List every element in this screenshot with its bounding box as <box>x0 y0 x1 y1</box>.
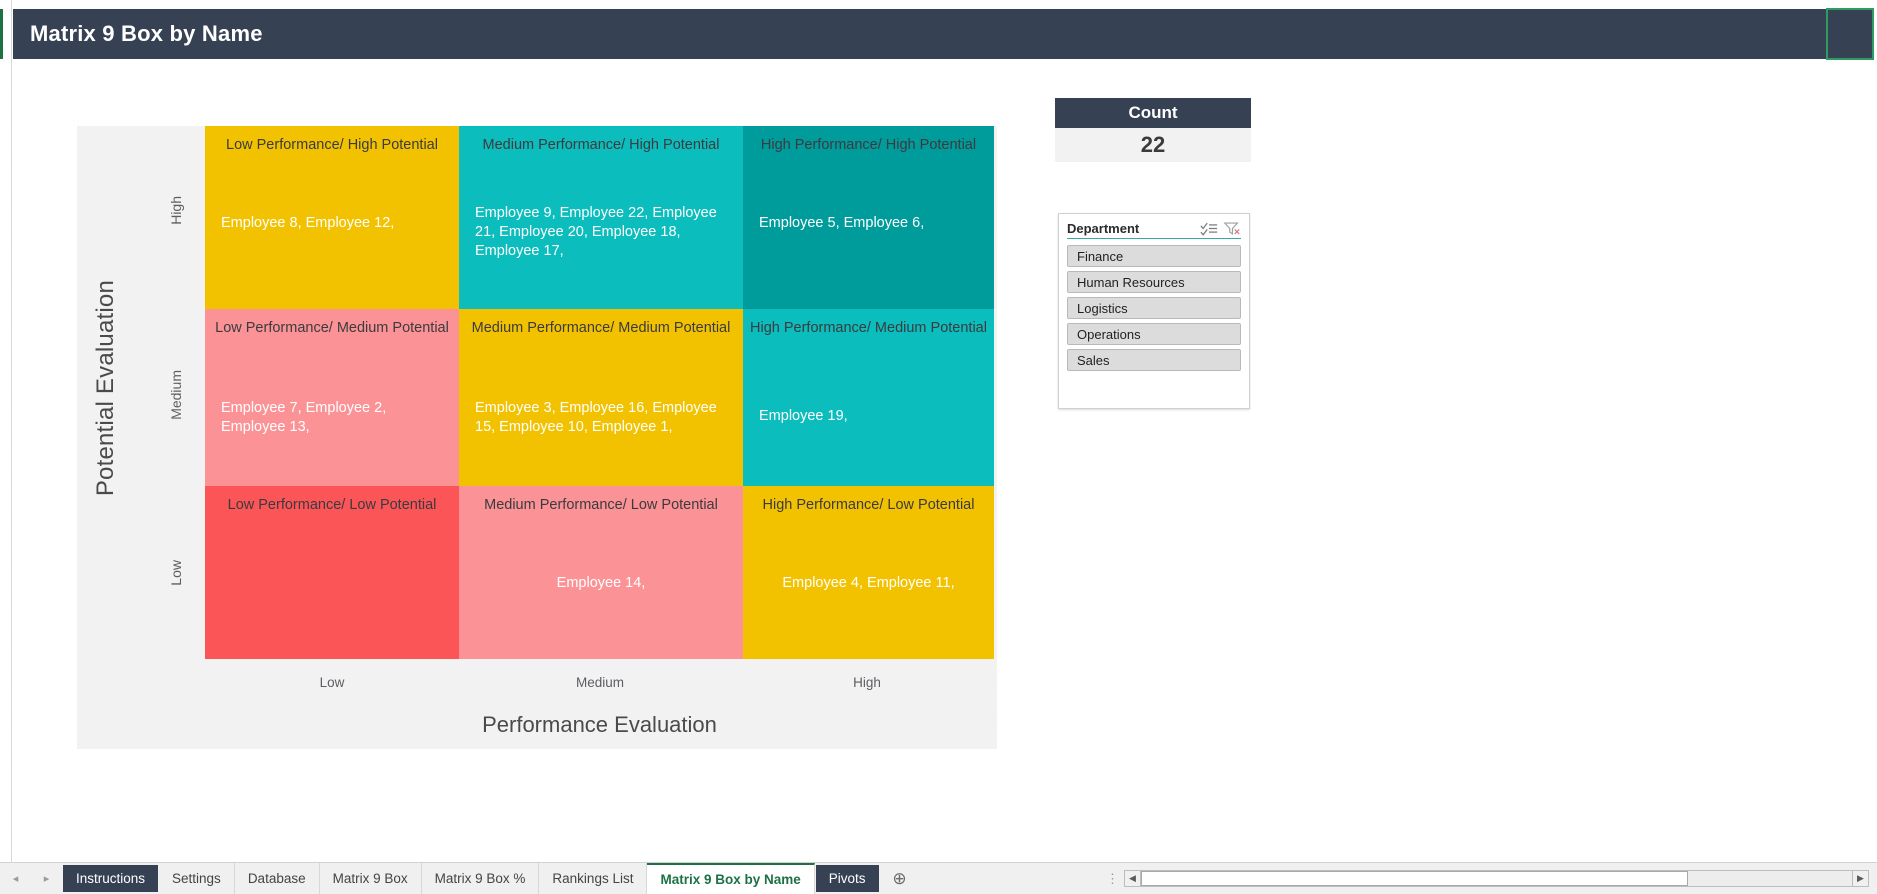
y-axis-tick-high: High <box>168 196 184 225</box>
scroll-right-icon[interactable]: ▶ <box>1852 870 1869 887</box>
matrix-cell-title: High Performance/ Medium Potential <box>750 320 987 336</box>
slicer-item-operations[interactable]: Operations <box>1067 323 1241 345</box>
matrix-cell-names: Employee 14, <box>556 575 646 591</box>
matrix-cell-medium-perf-high-pot[interactable]: Medium Performance/ High Potential Emplo… <box>459 126 743 309</box>
sheet-tab-matrix-9-box-percent[interactable]: Matrix 9 Box % <box>421 863 540 894</box>
clear-filter-icon[interactable] <box>1223 221 1241 236</box>
matrix-cell-high-perf-medium-pot[interactable]: High Performance/ Medium Potential Emplo… <box>743 309 994 486</box>
x-axis-tick-medium: Medium <box>575 675 624 690</box>
sheet-tab-instructions[interactable]: Instructions <box>63 865 159 892</box>
scroll-left-icon[interactable]: ◀ <box>1124 870 1141 887</box>
matrix-cell-title: Low Performance/ Low Potential <box>227 497 437 513</box>
y-axis-tick-medium: Medium <box>168 370 184 420</box>
dashboard-title-banner: Matrix 9 Box by Name <box>13 9 1826 59</box>
matrix-cell-names: Employee 7, Employee 2, Employee 13, <box>221 400 387 436</box>
excel-worksheet-window: Matrix 9 Box by Name Potential Evaluatio… <box>0 0 1877 894</box>
row-header-selection-marker <box>0 9 3 59</box>
matrix-cell-title: Medium Performance/ High Potential <box>482 137 720 153</box>
count-card-header: Count <box>1055 98 1251 128</box>
matrix-cell-title: Low Performance/ Medium Potential <box>215 320 449 336</box>
matrix-cell-names: Employee 3, Employee 16, Employee 15, Em… <box>475 400 717 436</box>
slicer-item-finance[interactable]: Finance <box>1067 245 1241 267</box>
slicer-item-human-resources[interactable]: Human Resources <box>1067 271 1241 293</box>
horizontal-scrollbar[interactable]: ◀ ▶ <box>1124 870 1869 888</box>
y-axis-title: Potential Evaluation <box>92 280 119 497</box>
slicer-title: Department <box>1067 220 1140 236</box>
matrix-cell-high-perf-high-pot[interactable]: High Performance/ High Potential Employe… <box>743 126 994 309</box>
add-sheet-icon[interactable]: ⊕ <box>880 863 920 894</box>
matrix-cell-title: Medium Performance/ Medium Potential <box>471 320 731 336</box>
y-axis-tick-low: Low <box>168 560 184 586</box>
matrix-cell-low-perf-medium-pot[interactable]: Low Performance/ Medium Potential Employ… <box>205 309 459 486</box>
sheet-tab-database[interactable]: Database <box>234 863 320 894</box>
matrix-cell-names: Employee 5, Employee 6, <box>759 215 925 231</box>
sheet-tab-matrix-9-box[interactable]: Matrix 9 Box <box>319 863 422 894</box>
selected-cell[interactable] <box>1826 8 1874 60</box>
sheet-tab-matrix-9-box-by-name[interactable]: Matrix 9 Box by Name <box>647 863 815 894</box>
matrix-cell-title: High Performance/ High Potential <box>760 137 977 153</box>
matrix-cell-high-perf-low-pot[interactable]: High Performance/ Low Potential Employee… <box>743 486 994 659</box>
sheet-tab-settings[interactable]: Settings <box>159 863 235 894</box>
x-axis-title: Performance Evaluation <box>482 712 717 737</box>
tab-split-handle[interactable]: ⋮ <box>1102 863 1124 894</box>
matrix-cell-low-perf-high-pot[interactable]: Low Performance/ High Potential Employee… <box>205 126 459 309</box>
tab-bar-spacer <box>920 863 1102 894</box>
sheet-tab-pivots[interactable]: Pivots <box>815 865 879 892</box>
sheet-left-gutter <box>0 0 12 862</box>
sheet-nav-prev-icon[interactable]: ◂ <box>13 872 19 885</box>
page-title: Matrix 9 Box by Name <box>30 21 263 46</box>
nine-box-grid: Low Performance/ High Potential Employee… <box>205 126 994 659</box>
multi-select-icon[interactable] <box>1200 221 1218 236</box>
slicer-header: Department <box>1067 221 1241 239</box>
x-axis-tick-high: High <box>853 675 881 690</box>
scrollbar-track[interactable] <box>1141 870 1852 887</box>
sheet-nav-next-icon[interactable]: ▸ <box>44 872 50 885</box>
department-slicer[interactable]: Department Finance Human Resources Logis… <box>1058 213 1250 409</box>
x-axis-tick-low: Low <box>319 675 345 690</box>
matrix-cell-names: Employee 4, Employee 11, <box>782 575 955 591</box>
count-card-value: 22 <box>1055 128 1251 162</box>
matrix-cell-names: Employee 19, <box>759 408 848 424</box>
matrix-cell-names: Employee 8, Employee 12, <box>221 215 395 231</box>
sheet-tab-rankings-list[interactable]: Rankings List <box>539 863 648 894</box>
sheet-tabs: Instructions Settings Database Matrix 9 … <box>62 863 880 894</box>
slicer-item-sales[interactable]: Sales <box>1067 349 1241 371</box>
slicer-item-logistics[interactable]: Logistics <box>1067 297 1241 319</box>
scrollbar-thumb[interactable] <box>1141 871 1689 886</box>
matrix-cell-title: Low Performance/ High Potential <box>226 137 438 153</box>
count-card: Count 22 <box>1055 98 1251 162</box>
matrix-cell-names: Employee 9, Employee 22, Employee 21, Em… <box>475 205 717 260</box>
matrix-cell-low-perf-low-pot[interactable]: Low Performance/ Low Potential <box>205 486 459 659</box>
sheet-nav-buttons: ◂ ▸ <box>0 863 62 894</box>
matrix-cell-title: High Performance/ Low Potential <box>762 497 975 513</box>
sheet-tab-bar: ◂ ▸ Instructions Settings Database Matri… <box>0 862 1877 894</box>
matrix-cell-medium-perf-medium-pot[interactable]: Medium Performance/ Medium Potential Emp… <box>459 309 743 486</box>
matrix-cell-medium-perf-low-pot[interactable]: Medium Performance/ Low Potential Employ… <box>459 486 743 659</box>
slicer-item-list: Finance Human Resources Logistics Operat… <box>1067 245 1241 371</box>
matrix-cell-title: Medium Performance/ Low Potential <box>484 497 718 513</box>
